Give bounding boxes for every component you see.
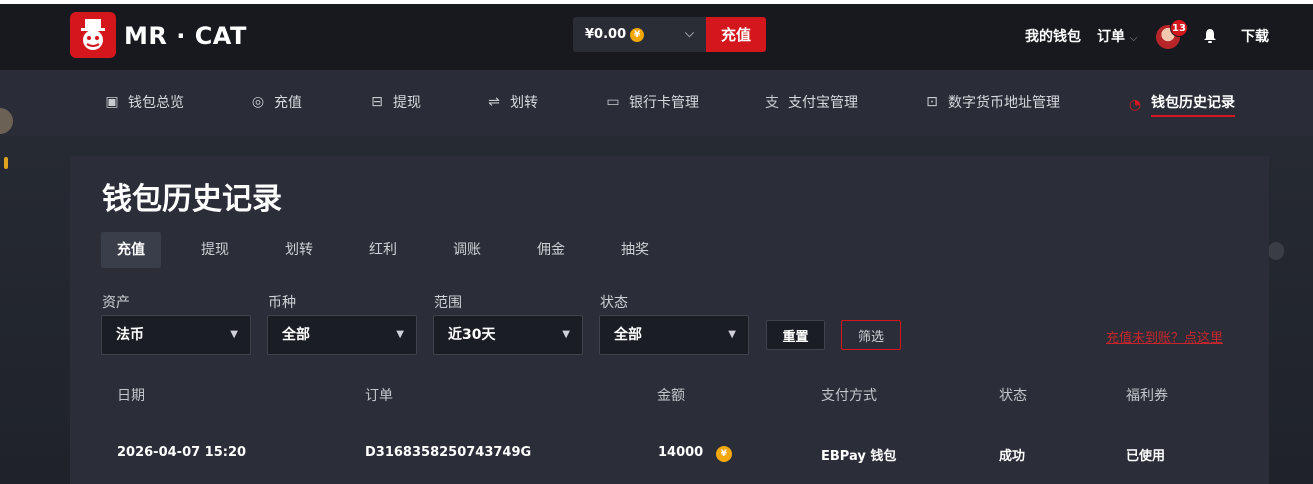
range-select[interactable]: 近30天 ▼: [433, 315, 583, 355]
download-link[interactable]: 下载: [1241, 26, 1269, 46]
tab-bonus[interactable]: 红利: [353, 232, 413, 268]
nav-item-overview[interactable]: ▣ 钱包总览: [104, 92, 184, 112]
my-wallet-link[interactable]: 我的钱包: [1025, 26, 1081, 46]
currency-select[interactable]: 全部 ▼: [267, 315, 417, 355]
wallet-nav: ▣ 钱包总览 ◎ 充值 ⊟ 提现 ⇌ 划转 ▭ 银行卡管理 支 支付宝管理 ⊡ …: [0, 70, 1313, 136]
currency-label: 币种: [268, 295, 296, 311]
page-title: 钱包历史记录: [102, 182, 282, 217]
tab-recharge[interactable]: 充值: [101, 232, 161, 268]
caret-down-icon: ▼: [396, 329, 404, 340]
nav-item-recharge[interactable]: ◎ 充值: [250, 92, 302, 112]
caret-down-icon: ▼: [230, 329, 238, 340]
nav-item-label: 充值: [274, 95, 302, 111]
chevron-down-icon[interactable]: ⌵: [685, 26, 694, 41]
nav-item-alipay[interactable]: 支 支付宝管理: [764, 92, 858, 112]
column-header-status: 状态: [999, 388, 1027, 404]
range-label: 范围: [434, 295, 462, 311]
nav-item-history[interactable]: ◔ 钱包历史记录: [1127, 92, 1235, 117]
recharge-button[interactable]: 充值: [706, 17, 766, 52]
tab-adjustment[interactable]: 调账: [437, 232, 497, 268]
row-payment-method: EBPay 钱包: [821, 449, 897, 464]
coin-icon: ¥: [715, 446, 732, 462]
range-value: 近30天: [448, 327, 496, 343]
filter-button[interactable]: 筛选: [841, 320, 901, 350]
bell-icon[interactable]: [1202, 28, 1218, 48]
top-header: MR · CAT ¥0.00 ¥ ⌵ 充值 我的钱包 订单 ⌵ 13 下载: [0, 0, 1313, 70]
nav-item-label: 支付宝管理: [788, 95, 858, 111]
crypto-address-icon: ⊡: [926, 94, 938, 110]
status-value: 全部: [614, 327, 642, 343]
column-header-amount: 金额: [657, 388, 685, 404]
scroll-indicator[interactable]: [1268, 242, 1284, 260]
column-header-order: 订单: [365, 388, 393, 404]
nav-item-withdraw[interactable]: ⊟ 提现: [369, 92, 421, 112]
orders-menu[interactable]: 订单 ⌵: [1097, 26, 1137, 46]
status-label: 状态: [600, 295, 628, 311]
transfer-icon: ⇌: [488, 94, 500, 110]
column-header-coupon: 福利券: [1126, 388, 1168, 404]
row-amount: 14000 ¥: [658, 445, 732, 462]
history-icon: ◔: [1128, 96, 1142, 113]
asset-value: 法币: [116, 327, 144, 343]
alipay-icon: 支: [765, 95, 779, 111]
balance-display[interactable]: ¥0.00 ¥ ⌵: [573, 17, 706, 52]
balance-value: ¥0.00: [585, 27, 627, 42]
column-header-payment-method: 支付方式: [821, 388, 877, 404]
caret-down-icon: ▼: [562, 329, 570, 340]
nav-item-transfer[interactable]: ⇌ 划转: [486, 92, 538, 112]
orders-label: 订单: [1097, 29, 1125, 45]
asset-select[interactable]: 法币 ▼: [101, 315, 251, 355]
nav-item-bank-card[interactable]: ▭ 银行卡管理: [605, 92, 699, 112]
logo-icon[interactable]: [70, 12, 116, 58]
amount-value: 14000: [658, 445, 704, 460]
nav-item-label: 钱包总览: [128, 95, 184, 111]
row-coupon: 已使用: [1126, 449, 1166, 464]
history-panel: 钱包历史记录 充值 提现 划转 红利 调账 佣金 抽奖 资产 币种 范围 状态 …: [70, 156, 1269, 484]
column-header-date: 日期: [117, 388, 145, 404]
coin-icon: ¥: [630, 27, 645, 42]
row-status: 成功: [999, 449, 1026, 464]
brand-name[interactable]: MR · CAT: [124, 22, 247, 50]
row-date: 2026-04-07 15:20: [117, 445, 247, 460]
currency-value: 全部: [282, 327, 310, 343]
bank-card-icon: ▭: [606, 94, 620, 110]
chevron-down-icon: ⌵: [1129, 33, 1138, 44]
reset-button[interactable]: 重置: [766, 320, 825, 350]
withdraw-icon: ⊟: [371, 94, 383, 110]
tab-commission[interactable]: 佣金: [521, 232, 581, 268]
nav-item-label: 提现: [393, 95, 421, 111]
caret-down-icon: ▼: [728, 329, 736, 340]
notification-count-badge: 13: [1170, 19, 1188, 37]
recharge-help-link[interactable]: 充值未到账？点这里: [1106, 327, 1223, 346]
decoration: [4, 157, 8, 169]
tab-withdraw[interactable]: 提现: [185, 232, 245, 268]
recharge-icon: ◎: [251, 94, 265, 110]
nav-item-label: 数字货币地址管理: [948, 95, 1060, 111]
nav-item-label: 银行卡管理: [629, 95, 699, 111]
nav-item-crypto-address[interactable]: ⊡ 数字货币地址管理: [924, 92, 1060, 112]
tab-lottery[interactable]: 抽奖: [605, 232, 665, 268]
status-select[interactable]: 全部 ▼: [599, 315, 749, 355]
nav-item-label: 划转: [510, 95, 538, 111]
decoration: [0, 104, 16, 138]
tab-transfer[interactable]: 划转: [269, 232, 329, 268]
wallet-icon: ▣: [105, 94, 119, 110]
nav-item-label: 钱包历史记录: [1151, 92, 1235, 117]
asset-label: 资产: [102, 295, 130, 311]
row-order[interactable]: D3168358250743749G: [365, 445, 531, 460]
